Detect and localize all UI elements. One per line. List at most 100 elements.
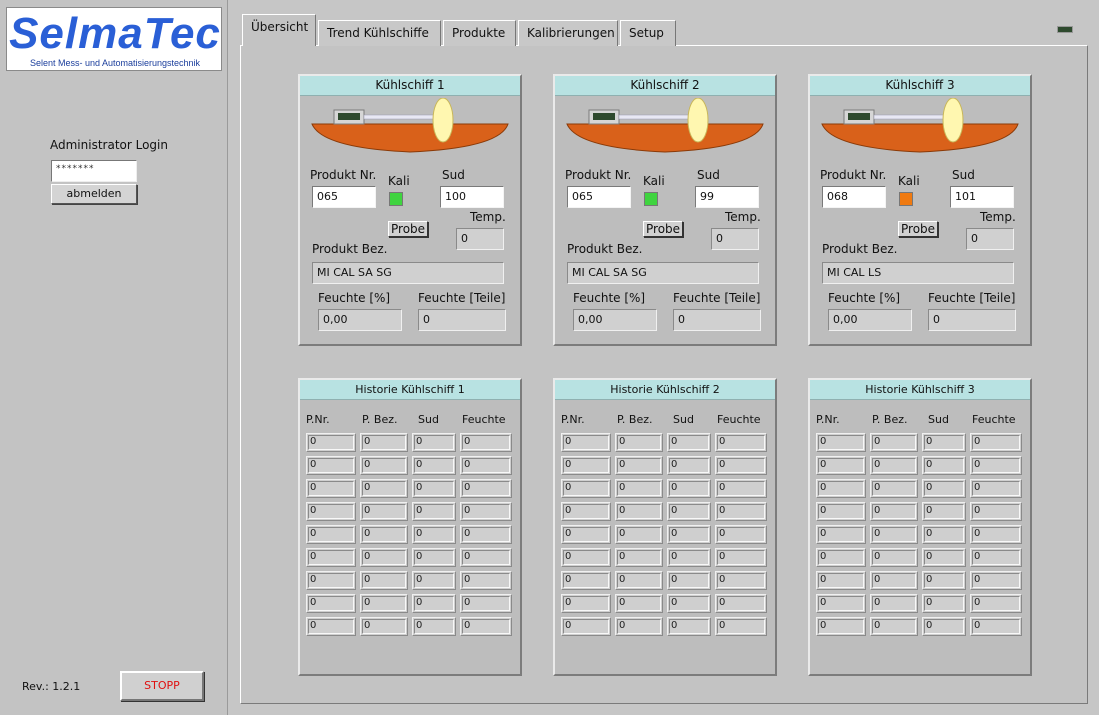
history-cell: 0 bbox=[615, 548, 663, 567]
temp-field: 0 bbox=[711, 228, 759, 250]
history-cell: 0 bbox=[412, 571, 456, 590]
history-cell: 0 bbox=[870, 433, 918, 452]
kali-label: Kali bbox=[898, 174, 920, 188]
history-title: Historie Kühlschiff 2 bbox=[555, 380, 775, 400]
history-cell: 0 bbox=[412, 502, 456, 521]
sud-label: Sud bbox=[442, 168, 465, 182]
history-cell: 0 bbox=[412, 548, 456, 567]
password-field[interactable]: ******* bbox=[51, 160, 137, 182]
history-cell: 0 bbox=[412, 594, 456, 613]
tab-kalibrierungen[interactable]: Kalibrierungen bbox=[518, 20, 618, 46]
history-cell: 0 bbox=[970, 456, 1022, 475]
history-cell: 0 bbox=[460, 548, 512, 567]
tab-produkte[interactable]: Produkte bbox=[443, 20, 516, 46]
history-cell: 0 bbox=[922, 502, 966, 521]
history-header: P. Bez. bbox=[362, 413, 398, 426]
history-cell: 0 bbox=[715, 502, 767, 521]
history-cell: 0 bbox=[306, 525, 356, 544]
produkt-nr-label: Produkt Nr. bbox=[820, 168, 887, 182]
temp-label: Temp. bbox=[725, 210, 761, 224]
history-cell: 0 bbox=[922, 525, 966, 544]
admin-login-label: Administrator Login bbox=[50, 138, 168, 152]
ship-title: Kühlschiff 3 bbox=[810, 76, 1030, 96]
history-cell: 0 bbox=[460, 479, 512, 498]
history-header: Feuchte bbox=[717, 413, 761, 426]
history-cell: 0 bbox=[922, 479, 966, 498]
feuchte-pct-label: Feuchte [%] bbox=[573, 291, 646, 305]
tab-setup[interactable]: Setup bbox=[620, 20, 676, 46]
history-header: P.Nr. bbox=[561, 413, 585, 426]
history-cell: 0 bbox=[870, 502, 918, 521]
produkt-nr-field[interactable]: 065 bbox=[567, 186, 631, 208]
sud-label: Sud bbox=[697, 168, 720, 182]
history-cell: 0 bbox=[922, 571, 966, 590]
history-cell: 0 bbox=[870, 617, 918, 636]
history-cell: 0 bbox=[360, 456, 408, 475]
feuchte-pct-field: 0,00 bbox=[318, 309, 402, 331]
history-panel: Historie Kühlschiff 1 P.Nr. P. Bez. Sud Feuc… bbox=[298, 378, 522, 676]
history-cell: 0 bbox=[306, 456, 356, 475]
feuchte-teile-field: 0 bbox=[673, 309, 761, 331]
cooling-vessel-icon bbox=[820, 97, 1020, 154]
history-cell: 0 bbox=[715, 594, 767, 613]
history-cell: 0 bbox=[460, 571, 512, 590]
history-cell: 0 bbox=[460, 433, 512, 452]
cooling-vessel-icon bbox=[310, 97, 510, 154]
history-cell: 0 bbox=[360, 433, 408, 452]
history-header: P.Nr. bbox=[306, 413, 330, 426]
cooling-vessel-icon bbox=[565, 97, 765, 154]
probe-button[interactable]: Probe bbox=[388, 221, 429, 237]
probe-button[interactable]: Probe bbox=[898, 221, 939, 237]
produkt-nr-field[interactable]: 068 bbox=[822, 186, 886, 208]
history-cell: 0 bbox=[460, 617, 512, 636]
history-cell: 0 bbox=[360, 502, 408, 521]
stop-button[interactable]: STOPP bbox=[120, 671, 204, 701]
history-cell: 0 bbox=[360, 594, 408, 613]
sud-field[interactable]: 100 bbox=[440, 186, 504, 208]
history-cell: 0 bbox=[715, 617, 767, 636]
kali-label: Kali bbox=[643, 174, 665, 188]
history-cell: 0 bbox=[667, 548, 711, 567]
history-cell: 0 bbox=[360, 525, 408, 544]
selmatec-logo: SelmaTec Selent Mess- und Automatisierun… bbox=[6, 7, 222, 71]
history-cell: 0 bbox=[306, 594, 356, 613]
history-cell: 0 bbox=[816, 571, 866, 590]
logo-brand-text: SelmaTec bbox=[9, 9, 221, 58]
feuchte-pct-label: Feuchte [%] bbox=[828, 291, 901, 305]
produkt-nr-field[interactable]: 065 bbox=[312, 186, 376, 208]
history-cell: 0 bbox=[667, 433, 711, 452]
temp-field: 0 bbox=[966, 228, 1014, 250]
tab-trend-kühlschiffe[interactable]: Trend Kühlschiffe bbox=[318, 20, 441, 46]
history-cell: 0 bbox=[922, 594, 966, 613]
feuchte-pct-field: 0,00 bbox=[828, 309, 912, 331]
history-cell: 0 bbox=[970, 502, 1022, 521]
probe-button[interactable]: Probe bbox=[643, 221, 684, 237]
sud-field[interactable]: 101 bbox=[950, 186, 1014, 208]
history-cell: 0 bbox=[360, 479, 408, 498]
feuchte-teile-label: Feuchte [Teile] bbox=[418, 291, 506, 305]
produkt-bez-field: MI CAL SA SG bbox=[567, 262, 759, 284]
history-cell: 0 bbox=[460, 594, 512, 613]
history-cell: 0 bbox=[306, 617, 356, 636]
history-cell: 0 bbox=[667, 571, 711, 590]
history-cell: 0 bbox=[561, 433, 611, 452]
logout-button[interactable]: abmelden bbox=[51, 184, 137, 204]
history-cell: 0 bbox=[615, 456, 663, 475]
ship-card: Kühlschiff 1 Produkt Nr. 065 Kali Sud 10… bbox=[298, 74, 522, 346]
history-header: Sud bbox=[673, 413, 694, 426]
feuchte-pct-label: Feuchte [%] bbox=[318, 291, 391, 305]
tab-übersicht[interactable]: Übersicht bbox=[242, 14, 316, 46]
feuchte-pct-field: 0,00 bbox=[573, 309, 657, 331]
history-cell: 0 bbox=[667, 456, 711, 475]
ship-title: Kühlschiff 2 bbox=[555, 76, 775, 96]
sud-field[interactable]: 99 bbox=[695, 186, 759, 208]
history-header: Feuchte bbox=[462, 413, 506, 426]
history-cell: 0 bbox=[970, 548, 1022, 567]
history-header: Sud bbox=[418, 413, 439, 426]
sidebar: SelmaTec Selent Mess- und Automatisierun… bbox=[0, 0, 228, 715]
history-header: P.Nr. bbox=[816, 413, 840, 426]
feuchte-teile-label: Feuchte [Teile] bbox=[673, 291, 761, 305]
history-cell: 0 bbox=[715, 433, 767, 452]
produkt-nr-label: Produkt Nr. bbox=[310, 168, 377, 182]
kali-status-led bbox=[899, 192, 913, 206]
